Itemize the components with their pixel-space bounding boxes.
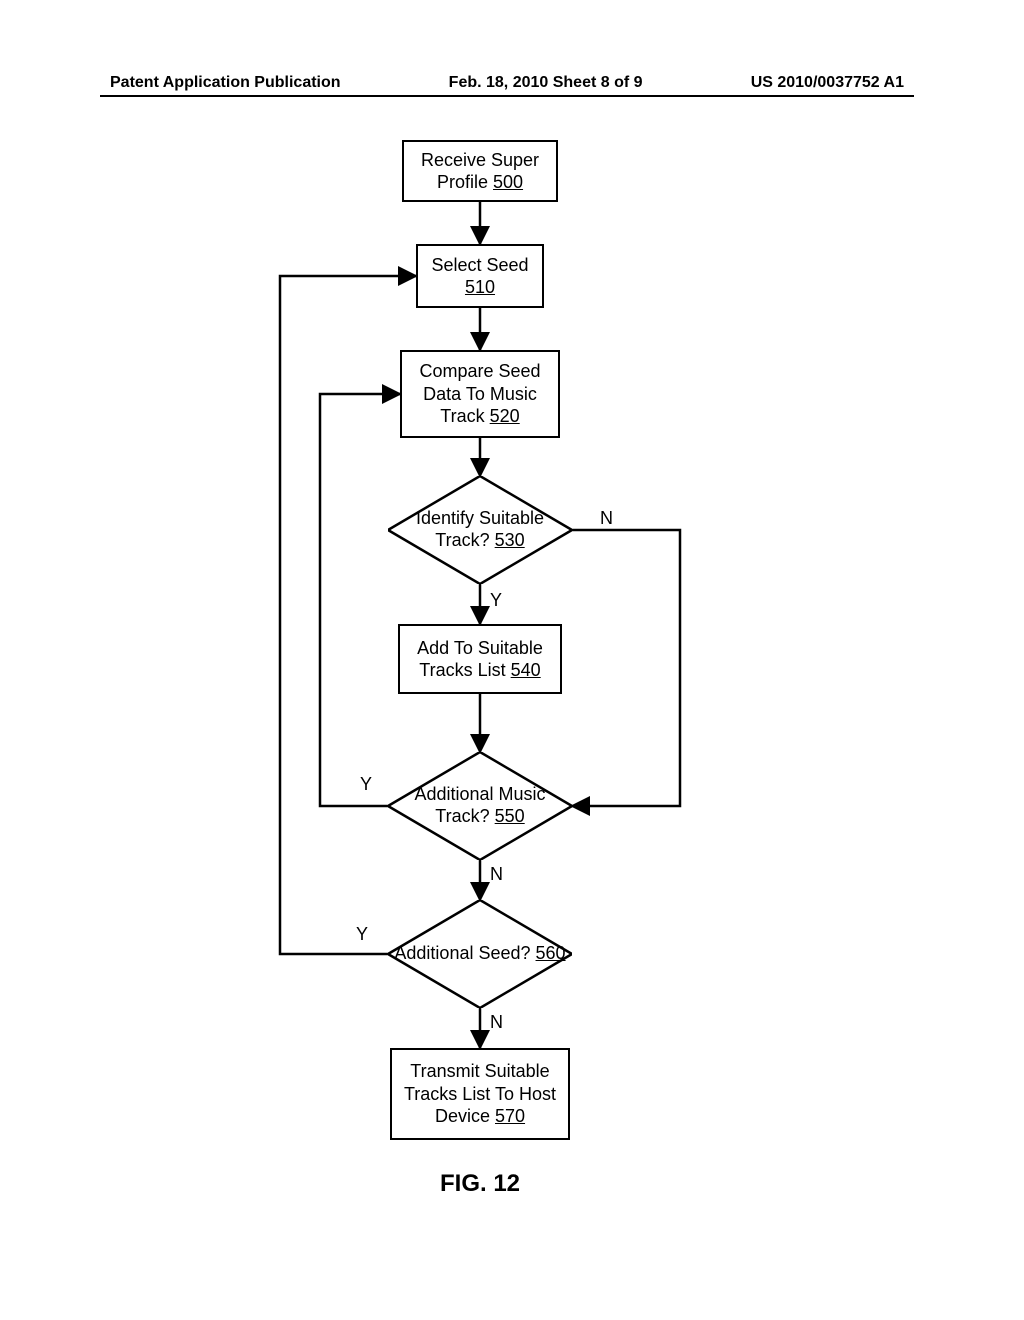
node-text: Identify Suitable Track? <box>416 508 544 550</box>
node-ref: 520 <box>490 406 520 426</box>
header-right: US 2010/0037752 A1 <box>751 74 904 92</box>
process-receive-super-profile: Receive Super Profile 500 <box>402 140 558 202</box>
node-ref: 560 <box>536 943 566 963</box>
process-select-seed: Select Seed 510 <box>416 244 544 308</box>
edge-label-n: N <box>490 864 503 885</box>
header-center: Feb. 18, 2010 Sheet 8 of 9 <box>449 74 643 92</box>
process-add-to-list: Add To Suitable Tracks List 540 <box>398 624 562 694</box>
node-ref: 570 <box>495 1106 525 1126</box>
node-text: Additional Seed? <box>394 943 530 963</box>
decision-identify-suitable-track: Identify Suitable Track? 530 <box>388 476 572 584</box>
node-text: Select Seed <box>431 255 528 275</box>
header-left: Patent Application Publication <box>110 74 341 92</box>
node-ref: 540 <box>511 660 541 680</box>
figure-label: FIG. 12 <box>440 1170 520 1198</box>
node-ref: 530 <box>495 530 525 550</box>
edge-label-y: Y <box>356 924 368 945</box>
node-ref: 500 <box>493 172 523 192</box>
edge-label-n: N <box>600 508 613 529</box>
header-rule <box>100 95 914 97</box>
edge-label-y: Y <box>490 590 502 611</box>
decision-additional-track: Additional Music Track? 550 <box>388 752 572 860</box>
node-ref: 510 <box>465 277 495 297</box>
decision-additional-seed: Additional Seed? 560 <box>388 900 572 1008</box>
page-header: Patent Application Publication Feb. 18, … <box>0 74 1024 92</box>
edge-label-n: N <box>490 1012 503 1033</box>
edge-label-y: Y <box>360 774 372 795</box>
node-text: Additional Music Track? <box>414 784 545 826</box>
node-text: Compare Seed Data To Music Track <box>419 361 540 426</box>
node-text: Transmit Suitable Tracks List To Host De… <box>404 1061 556 1126</box>
process-compare-seed: Compare Seed Data To Music Track 520 <box>400 350 560 438</box>
process-transmit-list: Transmit Suitable Tracks List To Host De… <box>390 1048 570 1140</box>
flowchart-stage: Receive Super Profile 500 Select Seed 51… <box>0 130 1024 1260</box>
node-ref: 550 <box>495 806 525 826</box>
